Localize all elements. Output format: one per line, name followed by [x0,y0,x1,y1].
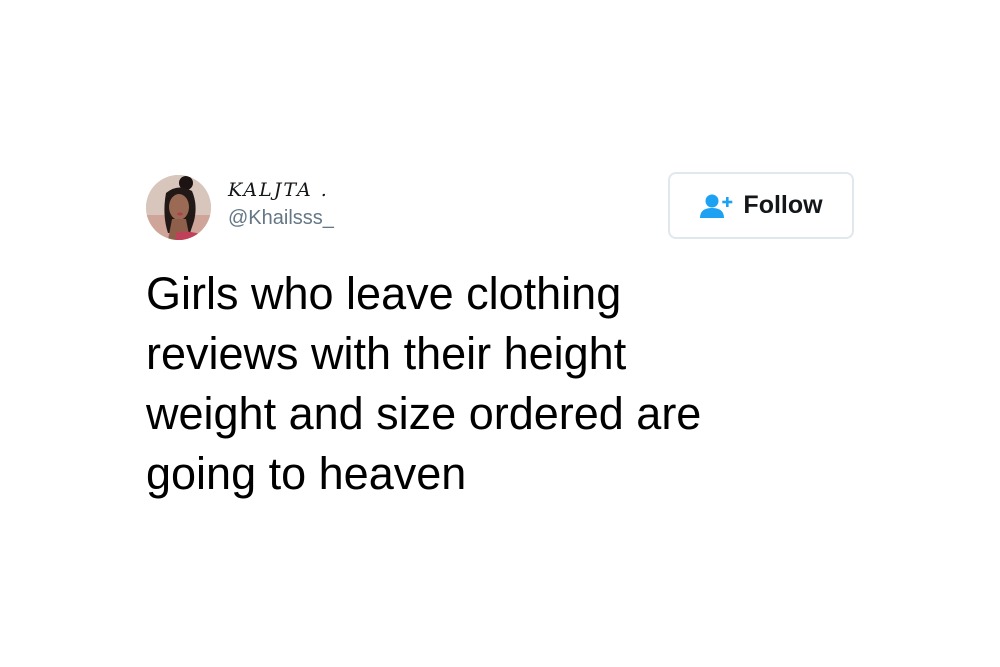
tweet-text: Girls who leave clothing reviews with th… [146,268,702,499]
add-user-icon [700,194,733,218]
author-display-name[interactable]: KALJTA . [228,179,329,201]
follow-button[interactable]: Follow [668,172,854,239]
follow-label: Follow [743,191,823,219]
avatar[interactable] [146,175,211,240]
avatar-image [146,175,211,240]
author-handle[interactable]: @Khailsss_ [228,207,334,230]
tweet-card: KALJTA . @Khailsss_ Follow Girls who lea… [0,0,1000,667]
